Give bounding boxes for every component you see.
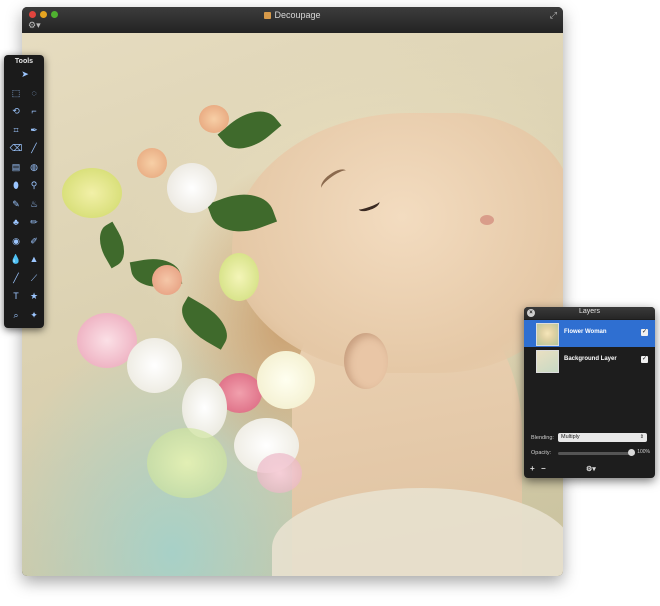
artwork-flower xyxy=(257,351,315,409)
drop-tool[interactable]: 💧 xyxy=(9,252,23,266)
remove-layer-button[interactable]: − xyxy=(541,464,546,473)
window-title: Decoupage xyxy=(22,10,563,20)
opacity-label: Opacity: xyxy=(531,450,552,456)
marquee-ellipse-tool[interactable]: ◌ xyxy=(27,86,41,100)
fill-shape-tool[interactable]: ⬮ xyxy=(9,178,23,192)
gear-icon[interactable]: ⚙▾ xyxy=(28,20,41,30)
artwork-lips xyxy=(480,215,494,225)
gradient-tool[interactable]: ▤ xyxy=(9,160,23,174)
layer-name: Background Layer xyxy=(564,356,617,362)
main-window: Decoupage ⚙▾ ⤢ xyxy=(22,7,563,576)
fullscreen-icon[interactable]: ⤢ xyxy=(550,10,557,21)
layers-panel: × Layers Flower Woman ✓ Background Layer… xyxy=(524,307,655,478)
layer-row-background[interactable]: Background Layer ✓ xyxy=(524,347,655,374)
artwork-flower xyxy=(152,265,182,295)
pencil-tool[interactable]: ✏ xyxy=(27,215,41,229)
brush-tool[interactable]: ✎ xyxy=(9,197,23,211)
smudge-tool[interactable]: ✐ xyxy=(27,234,41,248)
wand-tool[interactable]: ✦ xyxy=(27,308,41,322)
add-layer-button[interactable]: + xyxy=(530,464,535,473)
artwork-face xyxy=(232,113,563,373)
move-tool[interactable]: ➤ xyxy=(18,67,32,81)
sharpen-tool[interactable]: ▲ xyxy=(27,252,41,266)
opacity-slider-knob[interactable] xyxy=(628,449,635,456)
artwork-flower xyxy=(127,338,182,393)
artwork-leaf xyxy=(91,221,133,269)
window-title-text: Decoupage xyxy=(274,10,321,20)
pen-line-tool[interactable]: ⟋ xyxy=(27,271,41,285)
image-canvas[interactable] xyxy=(22,33,563,576)
crop-tool[interactable]: ⌗ xyxy=(9,123,23,137)
tools-palette: Tools ➤ ⬚ ◌ ⟲ ⌐ ⌗ ✒ ⌫ ╱ ▤ ◍ ⬮ ⚲ ✎ ♨ ♣ ✏ ◉ ✐ 💧 ▲ ╱ ⟋ T ★ ⌕ ✦ xyxy=(4,55,44,328)
eye-tool[interactable]: ◉ xyxy=(9,234,23,248)
artwork-flower xyxy=(167,163,217,213)
artwork-flower xyxy=(62,168,122,218)
artwork-flower xyxy=(137,148,167,178)
eraser-tool[interactable]: ⌫ xyxy=(9,141,23,155)
blending-value: Multiply xyxy=(561,434,580,440)
document-icon xyxy=(264,12,272,19)
artwork-flower xyxy=(147,428,227,498)
layer-visibility-checkbox[interactable]: ✓ xyxy=(641,329,648,336)
text-tool[interactable]: T xyxy=(9,289,23,303)
opacity-value: 100% xyxy=(637,449,650,455)
layer-name: Flower Woman xyxy=(564,329,607,335)
pen-tool[interactable]: ✒ xyxy=(27,123,41,137)
title-bar[interactable]: Decoupage ⚙▾ ⤢ xyxy=(22,7,563,34)
layers-header[interactable]: × Layers xyxy=(524,307,655,319)
layers-title: Layers xyxy=(578,308,600,315)
opacity-slider[interactable] xyxy=(558,449,635,456)
pen-blue-tool[interactable]: ╱ xyxy=(9,271,23,285)
artwork-flower xyxy=(219,253,259,301)
polygon-lasso-tool[interactable]: ⌐ xyxy=(27,104,41,118)
layer-thumbnail xyxy=(536,350,559,373)
blending-select[interactable]: Multiply ⇕ xyxy=(558,433,647,442)
layer-settings-icon[interactable]: ⚙▾ xyxy=(586,465,596,473)
zoom-tool[interactable]: ⌕ xyxy=(9,308,23,322)
select-arrow-icon: ⇕ xyxy=(639,434,644,440)
tools-title: Tools xyxy=(14,58,34,65)
artwork-flower xyxy=(199,105,229,133)
artwork-ear xyxy=(344,333,388,389)
shape-tool[interactable]: ★ xyxy=(27,289,41,303)
artwork-flower xyxy=(257,453,302,493)
layer-row-flower-woman[interactable]: Flower Woman ✓ xyxy=(524,320,655,347)
lasso-tool[interactable]: ⟲ xyxy=(9,104,23,118)
layer-visibility-checkbox[interactable]: ✓ xyxy=(641,356,648,363)
globe-tool[interactable]: ◍ xyxy=(27,160,41,174)
blending-label: Blending: xyxy=(531,435,554,441)
layer-thumbnail xyxy=(536,323,559,346)
line-tool[interactable]: ╱ xyxy=(27,141,41,155)
dropper-tool[interactable]: ⚲ xyxy=(27,178,41,192)
artwork-leaf xyxy=(217,99,282,161)
stamp-tool[interactable]: ♣ xyxy=(9,215,23,229)
marquee-rect-tool[interactable]: ⬚ xyxy=(9,86,23,100)
burn-tool[interactable]: ♨ xyxy=(27,197,41,211)
